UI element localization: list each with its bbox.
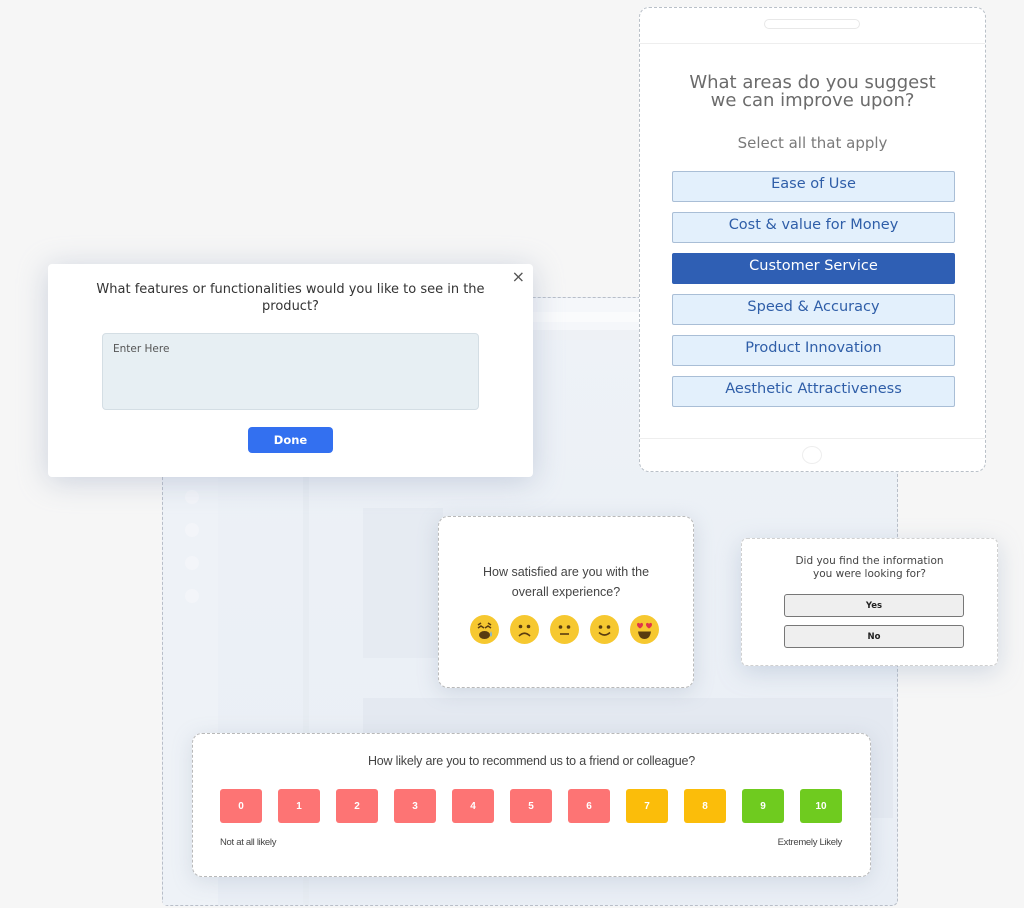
feature-textarea[interactable]: Enter Here xyxy=(102,333,479,410)
phone-speaker xyxy=(764,19,860,29)
nps-score-8[interactable]: 8 xyxy=(684,789,726,823)
option-customer-service[interactable]: Customer Service xyxy=(672,253,955,284)
nps-score-4[interactable]: 4 xyxy=(452,789,494,823)
sidebar-dot xyxy=(185,490,199,504)
nps-score-10[interactable]: 10 xyxy=(800,789,842,823)
crying-face-icon[interactable] xyxy=(470,615,499,644)
nps-score-6[interactable]: 6 xyxy=(568,789,610,823)
option-cost-value[interactable]: Cost & value for Money xyxy=(672,212,955,243)
nps-score-7[interactable]: 7 xyxy=(626,789,668,823)
textarea-placeholder: Enter Here xyxy=(113,343,170,355)
option-product-innovation[interactable]: Product Innovation xyxy=(672,335,955,366)
no-button[interactable]: No xyxy=(784,625,964,648)
nps-question: How likely are you to recommend us to a … xyxy=(367,754,696,768)
survey-title: What areas do you suggest we can improve… xyxy=(640,74,985,110)
heart-eyes-face-icon[interactable] xyxy=(630,615,659,644)
frowning-face-icon[interactable] xyxy=(510,615,539,644)
survey-subtitle: Select all that apply xyxy=(737,134,888,152)
option-ease-of-use[interactable]: Ease of Use xyxy=(672,171,955,202)
yes-button[interactable]: Yes xyxy=(784,594,964,617)
nps-low-label: Not at all likely xyxy=(220,837,277,848)
question-line: How satisfied are you with the xyxy=(482,565,650,579)
option-aesthetic[interactable]: Aesthetic Attractiveness xyxy=(672,376,955,407)
option-speed-accuracy[interactable]: Speed & Accuracy xyxy=(672,294,955,325)
nps-score-0[interactable]: 0 xyxy=(220,789,262,823)
improvement-options: Ease of Use Cost & value for Money Custo… xyxy=(672,171,955,417)
smiling-face-icon[interactable] xyxy=(590,615,619,644)
question-line: you were looking for? xyxy=(813,567,926,580)
satisfaction-question: How satisfied are you with the overall e… xyxy=(439,563,693,602)
nps-high-label: Extremely Likely xyxy=(777,837,843,848)
sidebar-dot xyxy=(185,523,199,537)
sidebar-dot xyxy=(185,589,199,603)
divider xyxy=(640,438,985,439)
information-found-survey: Did you find the information you were lo… xyxy=(741,538,998,666)
nps-score-5[interactable]: 5 xyxy=(510,789,552,823)
nps-survey: How likely are you to recommend us to a … xyxy=(192,733,871,877)
info-question: Did you find the information you were lo… xyxy=(742,555,997,580)
question-line: overall experience? xyxy=(511,584,621,599)
nps-scale: 0 1 2 3 4 5 6 7 8 9 10 xyxy=(220,789,842,823)
satisfaction-survey: How satisfied are you with the overall e… xyxy=(438,516,694,688)
feature-request-modal: × What features or functionalities would… xyxy=(48,264,533,477)
neutral-face-icon[interactable] xyxy=(550,615,579,644)
done-button[interactable]: Done xyxy=(248,427,333,453)
nps-score-1[interactable]: 1 xyxy=(278,789,320,823)
feature-question: What features or functionalities would y… xyxy=(96,282,485,314)
sidebar-dot xyxy=(185,556,199,570)
improvement-survey-mobile: What areas do you suggest we can improve… xyxy=(639,7,986,472)
question-line: Did you find the information xyxy=(795,555,944,567)
close-icon[interactable]: × xyxy=(512,267,525,286)
app-panel xyxy=(363,508,443,658)
survey-title-line: we can improve upon? xyxy=(710,90,915,111)
phone-home-button xyxy=(802,446,822,464)
emoji-rating xyxy=(470,615,659,644)
divider xyxy=(640,43,985,44)
nps-score-2[interactable]: 2 xyxy=(336,789,378,823)
nps-score-9[interactable]: 9 xyxy=(742,789,784,823)
nps-score-3[interactable]: 3 xyxy=(394,789,436,823)
